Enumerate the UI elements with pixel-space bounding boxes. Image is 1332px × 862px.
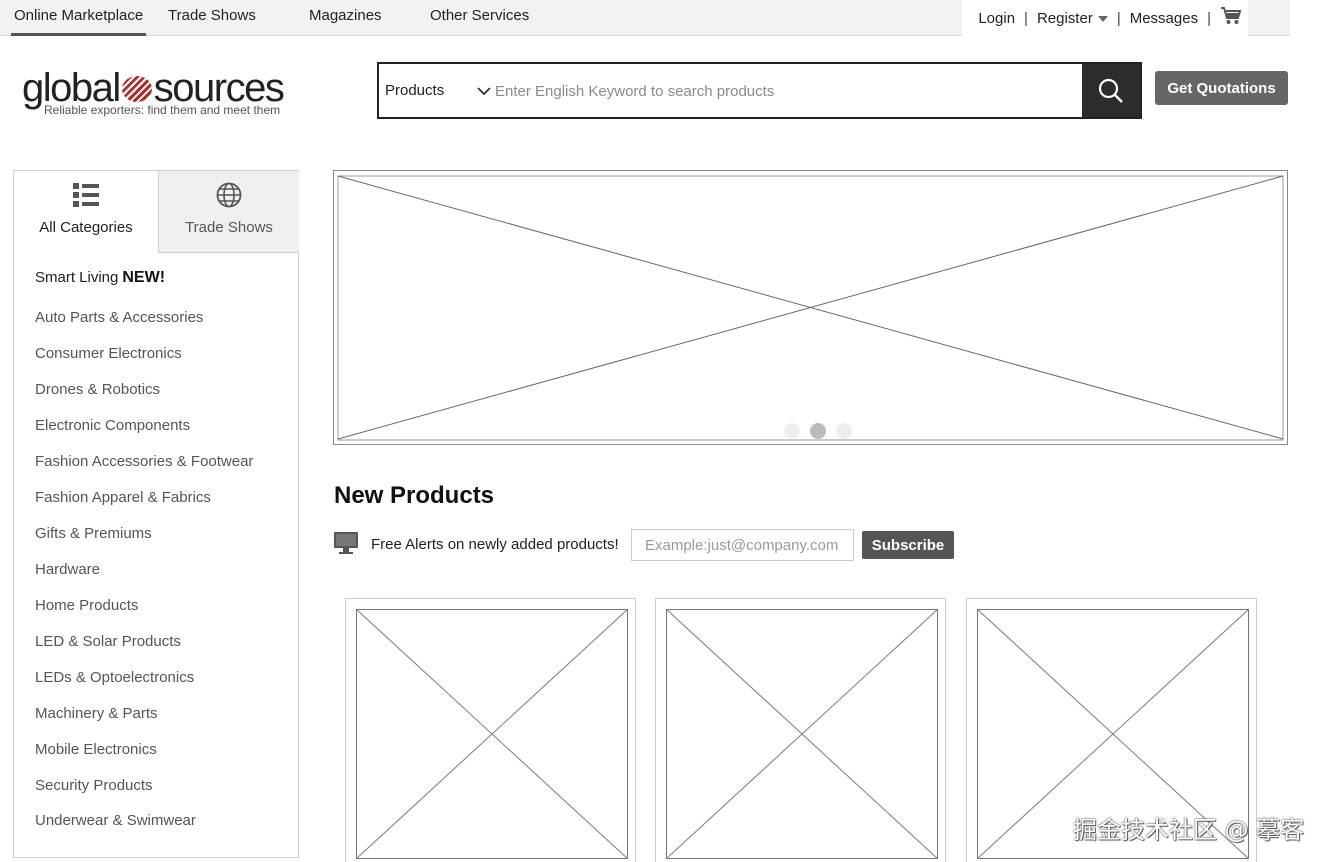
image-placeholder-icon (337, 175, 1284, 441)
register-label: Register (1036, 9, 1093, 27)
globe-icon (216, 182, 242, 208)
category-smart-living[interactable]: Smart Living NEW! (35, 269, 165, 287)
search-category-select[interactable]: Products (385, 82, 444, 99)
category-item[interactable]: Fashion Accessories & Footwear (35, 453, 253, 470)
monitor-icon (334, 532, 358, 554)
category-item[interactable]: Underwear & Swimwear (35, 812, 196, 829)
register-link[interactable]: Register (1037, 10, 1108, 27)
tab-trade-shows[interactable]: Trade Shows (158, 171, 299, 253)
category-item[interactable]: Home Products (35, 597, 138, 614)
search-bar: Products (377, 62, 1142, 119)
site-logo[interactable]: global sources Reliable exporters: find t… (22, 66, 312, 124)
category-item[interactable]: Mobile Electronics (35, 741, 157, 758)
image-placeholder-icon (356, 609, 628, 859)
separator: | (1024, 9, 1028, 27)
topnav-magazines[interactable]: Magazines (309, 7, 382, 24)
separator: | (1116, 9, 1121, 27)
category-item[interactable]: Drones & Robotics (35, 381, 160, 398)
category-item[interactable]: Consumer Electronics (35, 345, 182, 362)
carousel-dot-active[interactable] (810, 423, 826, 439)
product-card[interactable] (345, 598, 636, 862)
list-icon (73, 183, 99, 207)
logo-tagline: Reliable exporters: find them and meet t… (44, 103, 281, 117)
new-badge: NEW! (122, 269, 166, 286)
account-links: Login | Register | Messages | (962, 0, 1248, 36)
category-item[interactable]: Electronic Components (35, 417, 190, 434)
category-item[interactable]: Auto Parts & Accessories (35, 309, 203, 326)
cart-icon[interactable] (1220, 6, 1242, 30)
topnav-online-marketplace[interactable]: Online Marketplace (14, 7, 143, 24)
image-placeholder-icon (666, 609, 938, 859)
tab-label: All Categories (39, 219, 133, 236)
search-icon (1098, 78, 1123, 103)
category-item[interactable]: Hardware (35, 561, 100, 578)
product-card[interactable] (655, 598, 946, 862)
active-tab-indicator (11, 33, 146, 36)
tab-label: Trade Shows (185, 219, 273, 236)
alert-description: Free Alerts on newly added products! (371, 536, 619, 553)
watermark-text: 掘金技术社区 @ 摹客 (1073, 816, 1305, 844)
category-sidebar: All Categories Trade Shows Smart Living N… (13, 170, 299, 858)
chevron-down-icon[interactable] (475, 82, 493, 100)
category-item[interactable]: LEDs & Optoelectronics (35, 669, 194, 686)
topnav-other-services[interactable]: Other Services (430, 7, 529, 24)
category-item[interactable]: Security Products (35, 777, 153, 794)
email-field[interactable] (631, 529, 854, 561)
separator: | (1207, 9, 1211, 27)
logo-swirl-icon (121, 76, 152, 102)
carousel-dots (784, 423, 852, 439)
category-item[interactable]: Machinery & Parts (35, 705, 158, 722)
subscribe-button[interactable]: Subscribe (862, 531, 954, 559)
get-quotations-button[interactable]: Get Quotations (1155, 71, 1288, 105)
search-input[interactable] (495, 74, 1075, 109)
hero-banner[interactable] (333, 170, 1288, 445)
carousel-dot[interactable] (784, 423, 800, 439)
carousel-dot[interactable] (836, 423, 852, 439)
category-item[interactable]: LED & Solar Products (35, 633, 181, 650)
login-link[interactable]: Login (978, 10, 1015, 27)
search-button[interactable] (1082, 64, 1140, 117)
top-navigation-bar: Online Marketplace Trade Shows Magazines… (0, 0, 1290, 36)
category-item[interactable]: Gifts & Premiums (35, 525, 152, 542)
messages-link[interactable]: Messages (1130, 10, 1198, 27)
tab-all-categories[interactable]: All Categories (14, 171, 158, 253)
category-item[interactable]: Fashion Apparel & Fabrics (35, 489, 211, 506)
section-title: New Products (334, 482, 495, 509)
caret-down-icon (1097, 15, 1108, 22)
topnav-trade-shows[interactable]: Trade Shows (168, 7, 256, 24)
